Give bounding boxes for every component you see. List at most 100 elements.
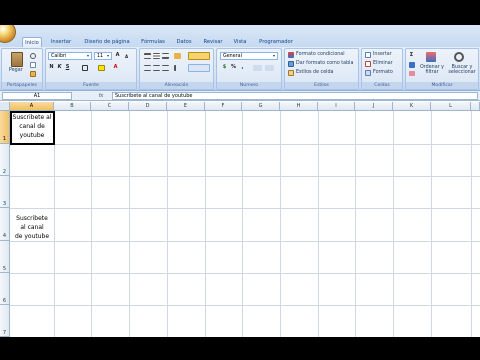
align-top-icon[interactable] (144, 53, 151, 59)
clipboard-group: Pegar Portapapeles (1, 48, 43, 90)
name-box[interactable]: A1 (2, 92, 72, 100)
number-group-label: Número (217, 82, 281, 89)
number-format-value: General (223, 54, 242, 59)
tab-diseno-pagina[interactable]: Diseño de página (80, 37, 134, 47)
column-header-m[interactable] (471, 102, 480, 111)
paste-icon[interactable] (11, 52, 23, 67)
font-size-value: 11 (97, 54, 104, 59)
column-header-j[interactable]: J (355, 102, 393, 111)
underline-icon[interactable]: S (64, 64, 71, 71)
orientation-icon[interactable] (174, 53, 181, 59)
font-color-icon[interactable]: A (112, 64, 119, 71)
formula-input[interactable]: Suscribete al canal de youtube (112, 92, 478, 100)
tab-vista[interactable]: Vista (230, 37, 250, 47)
number-format-combo[interactable]: General ▾ (220, 52, 278, 60)
borders-icon[interactable] (82, 65, 88, 71)
column-header-f[interactable]: F (205, 102, 242, 111)
tab-insertar[interactable]: Insertar (48, 37, 74, 47)
align-center-icon[interactable] (153, 65, 160, 71)
column-header-i[interactable]: I (318, 102, 355, 111)
gridline (10, 241, 480, 242)
column-header-a[interactable]: A (10, 102, 54, 111)
align-right-icon[interactable] (162, 65, 169, 71)
ribbon: Pegar Portapapeles Calibri ▾ 11 ▾ A A N … (0, 47, 480, 91)
sort-filter-button[interactable]: Ordenar y filtrar (420, 65, 444, 75)
decrease-indent-icon[interactable] (174, 65, 181, 71)
number-group: General ▾ $ % , Número (216, 48, 282, 90)
column-header-c[interactable]: C (91, 102, 129, 111)
percent-icon[interactable]: % (230, 64, 237, 71)
font-name-value: Calibri (51, 54, 67, 59)
increase-decimal-icon[interactable] (253, 65, 262, 71)
formula-bar: A1 fx Suscribete al canal de youtube (0, 91, 480, 101)
clear-icon[interactable] (409, 71, 415, 76)
column-header-e[interactable]: E (167, 102, 205, 111)
wrap-text-icon[interactable] (188, 52, 210, 60)
active-cell-border (10, 111, 55, 145)
fill-color-icon[interactable] (98, 65, 105, 71)
gridline (10, 273, 480, 274)
bold-icon[interactable]: N (48, 64, 55, 71)
chevron-down-icon: ▾ (86, 53, 89, 58)
excel-window: Inicio Insertar Diseño de página Fórmula… (0, 25, 480, 337)
align-middle-icon[interactable] (153, 53, 160, 59)
font-name-combo[interactable]: Calibri ▾ (48, 52, 92, 60)
column-header-g[interactable]: G (242, 102, 280, 111)
insert-cells-icon (365, 52, 371, 58)
shrink-font-icon[interactable]: A (123, 53, 130, 60)
conditional-format-button[interactable]: Formato condicional (296, 52, 345, 58)
find-select-button[interactable]: Buscar y seleccionar (446, 65, 478, 75)
merge-center-icon[interactable] (188, 64, 210, 72)
column-header-h[interactable]: H (280, 102, 318, 111)
tab-revisar[interactable]: Revisar (200, 37, 226, 47)
fx-icon[interactable]: fx (92, 92, 110, 100)
tab-datos[interactable]: Datos (172, 37, 196, 47)
insert-cells-button[interactable]: Insertar (373, 52, 392, 58)
alignment-group-label: Alineación (140, 82, 213, 89)
align-left-icon[interactable] (144, 65, 151, 71)
row-header-1[interactable]: 1 (0, 111, 10, 144)
editing-group: Σ Ordenar y filtrar Buscar y seleccionar… (405, 48, 479, 90)
tab-formulas[interactable]: Fórmulas (138, 37, 168, 47)
tab-inicio[interactable]: Inicio (22, 37, 42, 47)
format-as-table-icon (288, 61, 294, 67)
delete-cells-button[interactable]: Eliminar (373, 61, 393, 67)
gridline (10, 208, 480, 209)
letterbox-top (0, 0, 480, 25)
row-header-5[interactable]: 5 (0, 241, 10, 273)
row-header-2[interactable]: 2 (0, 144, 10, 176)
row-header-3[interactable]: 3 (0, 176, 10, 208)
fill-icon[interactable] (409, 62, 415, 68)
cut-icon[interactable] (30, 53, 36, 59)
paste-button[interactable]: Pegar (9, 68, 23, 74)
letterbox-bottom (0, 337, 480, 360)
clipboard-group-label: Portapapeles (2, 82, 42, 89)
column-header-b[interactable]: B (54, 102, 91, 111)
font-size-combo[interactable]: 11 ▾ (94, 52, 112, 60)
column-header-l[interactable]: L (431, 102, 471, 111)
cell-a4[interactable]: Suscribete al canal de youtube (10, 214, 54, 244)
autosum-icon[interactable]: Σ (408, 52, 415, 59)
format-cells-button[interactable]: Formato (373, 70, 393, 76)
tab-programador[interactable]: Programador (254, 37, 298, 47)
row-header-6[interactable]: 6 (0, 273, 10, 305)
copy-icon[interactable] (30, 62, 36, 68)
select-all-corner[interactable] (0, 102, 10, 111)
decrease-decimal-icon[interactable] (265, 65, 274, 71)
grow-font-icon[interactable]: A (114, 52, 121, 59)
format-as-table-button[interactable]: Dar formato como tabla (296, 61, 353, 67)
find-select-icon (454, 52, 464, 62)
comma-style-icon[interactable]: , (239, 64, 246, 71)
column-header-k[interactable]: K (393, 102, 431, 111)
office-button-icon[interactable] (0, 25, 16, 43)
worksheet-grid[interactable]: A B C D E F G H I J K L 1 2 3 4 5 6 7 Su… (0, 102, 480, 337)
cell-styles-button[interactable]: Estilos de celda (296, 70, 333, 76)
cell-styles-icon (288, 70, 294, 76)
row-header-4[interactable]: 4 (0, 208, 10, 241)
format-painter-icon[interactable] (30, 71, 36, 77)
italic-icon[interactable]: K (56, 64, 63, 71)
currency-icon[interactable]: $ (221, 64, 228, 71)
column-header-d[interactable]: D (129, 102, 167, 111)
row-header-7[interactable]: 7 (0, 305, 10, 337)
align-bottom-icon[interactable] (162, 53, 169, 59)
